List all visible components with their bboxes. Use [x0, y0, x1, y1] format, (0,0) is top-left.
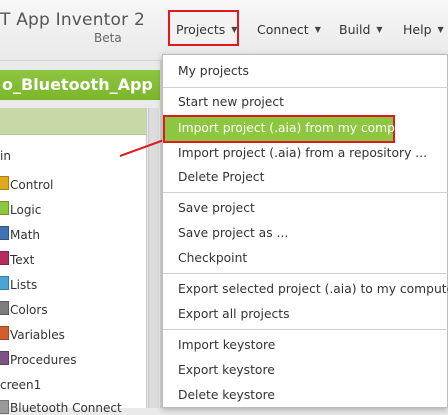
projects-dropdown-menu: My projects Start new project Import pro…	[162, 54, 448, 408]
menu-separator	[163, 87, 448, 88]
menu-item-save-project-as[interactable]: Save project as ...	[178, 226, 288, 240]
import-from-computer-label: Import project (.aia) from my computer .…	[178, 121, 436, 135]
menu-item-checkpoint[interactable]: Checkpoint	[178, 251, 247, 265]
menu-separator	[163, 192, 448, 193]
menu-item-export-all[interactable]: Export all projects	[178, 307, 290, 321]
menu-item-import-from-repository[interactable]: Import project (.aia) from a repository …	[178, 146, 427, 160]
menu-item-delete-keystore[interactable]: Delete keystore	[178, 388, 275, 402]
menu-item-import-keystore[interactable]: Import keystore	[178, 338, 275, 352]
menu-item-start-new-project[interactable]: Start new project	[178, 95, 284, 109]
menu-item-export-keystore[interactable]: Export keystore	[178, 363, 275, 377]
menu-separator	[163, 329, 448, 330]
menu-item-my-projects[interactable]: My projects	[178, 64, 249, 78]
menu-item-import-from-computer[interactable]: Import project (.aia) from my computer .…	[163, 115, 436, 143]
menu-item-save-project[interactable]: Save project	[178, 201, 255, 215]
menu-item-export-selected[interactable]: Export selected project (.aia) to my com…	[178, 282, 448, 296]
menu-separator	[163, 273, 448, 274]
menu-item-delete-project[interactable]: Delete Project	[178, 170, 264, 184]
